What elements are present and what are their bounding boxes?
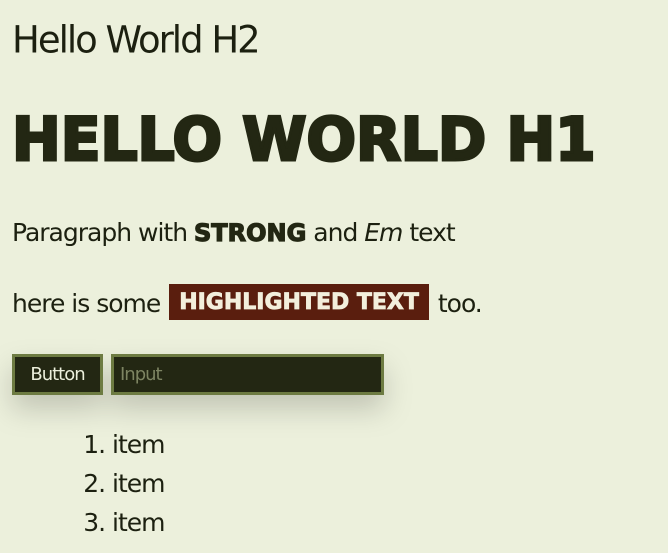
list-item: item [112,465,165,504]
text-input[interactable] [111,354,384,395]
paragraph-text: too. [430,289,483,318]
ordered-list: item item item [12,426,165,543]
paragraph-text: text [402,218,455,247]
list-item: item [112,426,165,465]
paragraph-text: and [306,218,365,247]
em-text: Em [364,218,403,247]
control-row: Button [12,354,384,395]
paragraph-text: here is some [12,289,168,318]
heading-2: Hello World H2 [12,18,261,62]
paragraph-text: Paragraph with [12,218,194,247]
list-item: item [112,504,165,543]
strong-text: Strong [193,218,307,247]
highlighted-text: Highlighted Text [169,284,429,320]
heading-1: Hello World H1 [11,104,598,177]
paragraph-highlight: here is some Highlighted Text too. [12,284,483,323]
paragraph-strong-em: Paragraph with Strong and Em text [12,218,456,248]
primary-button[interactable]: Button [12,354,103,395]
